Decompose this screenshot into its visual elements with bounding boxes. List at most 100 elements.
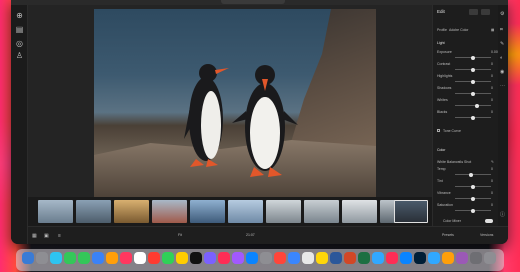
dock-app-icon[interactable]: [50, 252, 62, 264]
masking-icon[interactable]: ◐: [500, 55, 503, 61]
dock-app-icon[interactable]: [442, 252, 454, 264]
dock-app-icon[interactable]: [120, 252, 132, 264]
filmstrip-thumb[interactable]: [76, 200, 111, 223]
dock-app-icon[interactable]: [400, 252, 412, 264]
square-grid-icon[interactable]: ▣: [44, 233, 49, 239]
eyedropper-icon[interactable]: ✎: [491, 160, 494, 164]
slider-knob[interactable]: [471, 184, 475, 189]
profile-select[interactable]: Adobe Color: [449, 28, 468, 32]
slider-track[interactable]: [455, 103, 491, 108]
dock-app-icon[interactable]: [134, 252, 146, 264]
dock-app-icon[interactable]: [372, 252, 384, 264]
white-balance-select[interactable]: As Shot: [459, 160, 471, 164]
filmstrip-thumb[interactable]: [38, 200, 73, 223]
slider-knob[interactable]: [471, 55, 475, 60]
dock-app-icon[interactable]: [330, 252, 342, 264]
dock-app-icon[interactable]: [302, 252, 314, 264]
add-photo-icon[interactable]: ⊕: [15, 11, 24, 20]
dock-app-icon[interactable]: [22, 252, 34, 264]
slider-knob[interactable]: [469, 172, 474, 177]
presets-button[interactable]: Presets: [442, 233, 454, 237]
dock-app-icon[interactable]: [204, 252, 216, 264]
slider-value[interactable]: 0: [491, 98, 493, 102]
slider-value[interactable]: 0: [491, 191, 493, 195]
tone-curve-label[interactable]: Tone Curve: [443, 129, 461, 133]
versions-button[interactable]: Versions: [480, 233, 493, 237]
filmstrip-thumb-selected[interactable]: [394, 200, 428, 223]
library-icon[interactable]: ▤: [15, 25, 24, 34]
slider-value[interactable]: 0: [491, 203, 493, 207]
slider-track[interactable]: [455, 79, 491, 84]
dock-app-icon[interactable]: [484, 252, 496, 264]
dock-app-icon[interactable]: [414, 252, 426, 264]
grid-view-icon[interactable]: ▦: [32, 233, 37, 239]
slider-track[interactable]: [455, 172, 491, 177]
dock-app-icon[interactable]: [36, 252, 48, 264]
healing-brush-icon[interactable]: ✎: [500, 41, 504, 47]
color-mixer-label[interactable]: Color Mixer: [443, 219, 461, 223]
slider-track[interactable]: [455, 91, 491, 96]
dock-app-icon[interactable]: [246, 252, 258, 264]
people-icon[interactable]: ♙: [15, 51, 24, 60]
dock-app-icon[interactable]: [260, 252, 272, 264]
search-field[interactable]: [221, 0, 285, 4]
dock-app-icon[interactable]: [78, 252, 90, 264]
rating-dots[interactable]: [214, 234, 237, 244]
slider-knob[interactable]: [471, 91, 475, 96]
slider-track[interactable]: [455, 55, 491, 60]
slider-value[interactable]: 0: [491, 179, 493, 183]
slider-track[interactable]: [455, 115, 491, 120]
slider-value[interactable]: 0: [491, 86, 493, 90]
filmstrip-thumb[interactable]: [342, 200, 377, 223]
dock-app-icon[interactable]: [218, 252, 230, 264]
dock-app-icon[interactable]: [288, 252, 300, 264]
dock-app-icon[interactable]: [92, 252, 104, 264]
dock-app-icon[interactable]: [232, 252, 244, 264]
slider-value[interactable]: 0.00: [491, 50, 498, 54]
zoom-label[interactable]: Fit: [178, 233, 182, 237]
filmstrip-thumb[interactable]: [304, 200, 339, 223]
filmstrip-thumb[interactable]: [152, 200, 187, 223]
dock-app-icon[interactable]: [64, 252, 76, 264]
dock-app-icon[interactable]: [162, 252, 174, 264]
slider-knob[interactable]: [471, 196, 475, 201]
bw-button[interactable]: [481, 9, 490, 15]
main-photo[interactable]: [94, 9, 376, 197]
more-icon[interactable]: ⋯: [500, 83, 505, 89]
red-eye-icon[interactable]: ◉: [500, 69, 504, 75]
slider-knob[interactable]: [471, 67, 475, 72]
slider-knob[interactable]: [471, 115, 475, 120]
dock-app-icon[interactable]: [176, 252, 188, 264]
edit-icon[interactable]: ⚙: [500, 11, 504, 17]
slider-value[interactable]: 0: [491, 62, 493, 66]
dock-app-icon[interactable]: [148, 252, 160, 264]
slider-track[interactable]: [455, 196, 491, 201]
dock-app-icon[interactable]: [456, 252, 468, 264]
slider-knob[interactable]: [474, 103, 479, 108]
auto-button[interactable]: [469, 9, 478, 15]
slider-track[interactable]: [455, 67, 491, 72]
dock-app-icon[interactable]: [358, 252, 370, 264]
tone-curve-checkbox[interactable]: [437, 129, 440, 132]
crop-icon[interactable]: ⌗: [500, 27, 503, 33]
filmstrip-thumb[interactable]: [228, 200, 263, 223]
dock-app-icon[interactable]: [344, 252, 356, 264]
info-icon[interactable]: ⓘ: [500, 211, 505, 218]
color-mixer-toggle[interactable]: [485, 219, 493, 223]
slider-value[interactable]: 0: [491, 110, 493, 114]
filmstrip-thumb[interactable]: [266, 200, 301, 223]
color-section-header[interactable]: Color: [437, 148, 445, 152]
learn-icon[interactable]: ◎: [15, 39, 24, 48]
dock-app-icon[interactable]: [274, 252, 286, 264]
slider-track[interactable]: [455, 208, 491, 213]
dock-app-icon[interactable]: [190, 252, 202, 264]
filmstrip-thumb[interactable]: [114, 200, 149, 223]
slider-knob[interactable]: [471, 79, 475, 84]
dock-app-icon[interactable]: [106, 252, 118, 264]
dock-app-icon[interactable]: [386, 252, 398, 264]
light-section-header[interactable]: Light: [437, 41, 445, 45]
slider-value[interactable]: 0: [491, 167, 493, 171]
filmstrip-thumb[interactable]: [190, 200, 225, 223]
slider-track[interactable]: [455, 184, 491, 189]
dock-app-icon[interactable]: [470, 252, 482, 264]
